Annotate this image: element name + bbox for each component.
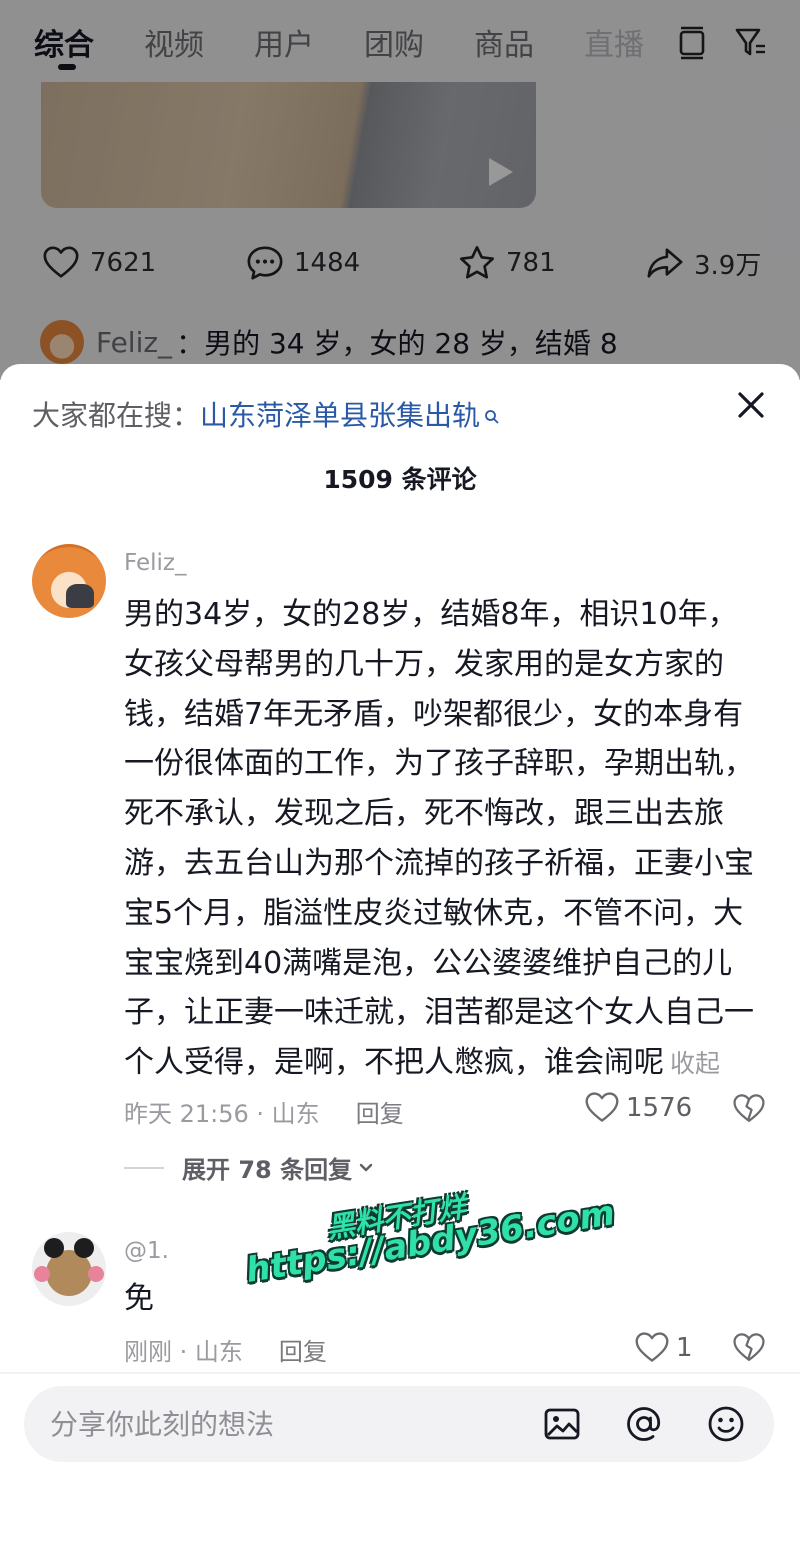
expand-replies-label: 展开 78 条回复 — [182, 1156, 353, 1184]
comment-count: 1509 条评论 — [323, 465, 477, 494]
comment-input-bar — [24, 1386, 774, 1462]
comment-text: 男的34岁，女的28岁，结婚8年，相识10年，女孩父母帮男的几十万，发家用的是女… — [124, 590, 766, 1089]
trending-search[interactable]: 大家都在搜： 山东菏泽单县张集出轨 — [32, 394, 500, 434]
comment-meta: 刚刚 · 山东 回复 — [124, 1332, 327, 1367]
comment-time-location: 昨天 21:56 · 山东 — [124, 1100, 320, 1128]
divider-line — [124, 1166, 164, 1169]
dim-overlay[interactable] — [0, 0, 800, 380]
search-icon — [485, 410, 499, 424]
comment-username[interactable]: @1. — [124, 1238, 169, 1264]
comment-like-count: 1 — [676, 1333, 693, 1363]
comment-input[interactable] — [50, 1402, 530, 1446]
comment-time-location: 刚刚 · 山东 — [124, 1338, 243, 1366]
reply-button[interactable]: 回复 — [279, 1332, 327, 1367]
heart-icon — [635, 1332, 669, 1362]
reply-button[interactable]: 回复 — [356, 1094, 404, 1129]
image-icon[interactable] — [542, 1404, 582, 1444]
comment-like-count: 1576 — [626, 1093, 693, 1123]
comment-body: 男的34岁，女的28岁，结婚8年，相识10年，女孩父母帮男的几十万，发家用的是女… — [124, 597, 754, 1081]
comment-like-button[interactable]: 1 — [634, 1330, 693, 1366]
expand-replies-button[interactable]: 展开 78 条回复 — [124, 1150, 376, 1185]
avatar[interactable] — [32, 544, 106, 618]
comment-like-button[interactable]: 1576 — [584, 1090, 692, 1126]
comment-username[interactable]: Feliz_ — [124, 550, 186, 576]
collapse-link[interactable]: 收起 — [670, 1049, 720, 1078]
comment-sheet: 大家都在搜： 山东菏泽单县张集出轨 1509 条评论 Feliz_ 男的34岁，… — [0, 364, 800, 1542]
mention-icon[interactable] — [624, 1404, 664, 1444]
trending-search-label: 大家都在搜： — [32, 399, 201, 432]
avatar[interactable] — [32, 1232, 106, 1306]
comment-text: 免 — [124, 1281, 154, 1316]
input-divider — [0, 1372, 800, 1374]
broken-heart-icon[interactable] — [732, 1331, 766, 1365]
close-icon[interactable] — [734, 388, 768, 422]
comment-meta: 昨天 21:56 · 山东 回复 — [124, 1094, 404, 1129]
emoji-icon[interactable] — [706, 1404, 746, 1444]
broken-heart-icon[interactable] — [732, 1092, 766, 1126]
chevron-down-icon — [359, 1163, 373, 1171]
trending-search-term[interactable]: 山东菏泽单县张集出轨 — [200, 394, 480, 434]
heart-icon — [585, 1092, 619, 1122]
